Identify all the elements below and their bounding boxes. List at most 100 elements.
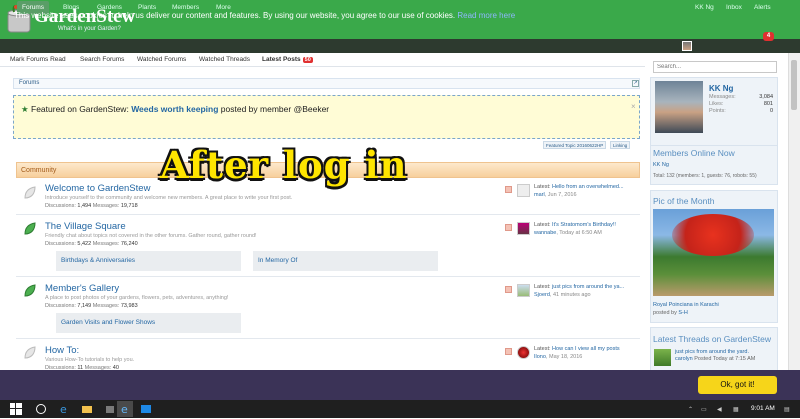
latest-author[interactable]: Sjoerd — [534, 292, 550, 298]
pic-of-month-title[interactable]: Pic of the Month — [653, 196, 714, 206]
taskbar-clock[interactable]: 9:01 AM — [751, 405, 775, 412]
profile-stat: Messages: 3,084 — [709, 94, 773, 100]
forum-title[interactable]: Member's Gallery — [45, 283, 119, 294]
cookie-accept-button[interactable]: Ok, got it! — [698, 376, 777, 394]
user-menu[interactable]: KK Ng — [690, 1, 719, 14]
rss-icon[interactable] — [505, 348, 512, 355]
messages-label: Messages: — [92, 303, 120, 309]
avatar[interactable] — [517, 184, 530, 197]
latest-post: Latest: Hello from an overwhelmed... — [534, 184, 638, 190]
thread-title: just pics from around the yard. — [675, 349, 749, 355]
search-input[interactable] — [653, 61, 777, 73]
avatar[interactable] — [517, 222, 530, 235]
discussions-label: Discussions: — [45, 303, 76, 309]
forum-desc: Various How-To tutorials to help you. — [45, 357, 135, 363]
online-total: Total: 132 (members: 1, guests: 76, robo… — [653, 173, 757, 179]
ie-icon[interactable]: e — [117, 401, 133, 417]
messages-label: Messages: — [92, 203, 120, 209]
pic-caption-link[interactable]: Royal Poinciana in Karachi — [653, 302, 719, 308]
latest-author[interactable]: Ilono — [534, 354, 546, 360]
cookie-read-more-link[interactable]: Read more here — [457, 11, 515, 20]
latest-meta: wannabe, Today at 6:50 AM — [534, 230, 602, 236]
folder-icon[interactable] — [81, 403, 93, 415]
mark-forums-read-link[interactable]: Mark Forums Read — [10, 56, 66, 63]
avatar[interactable] — [517, 284, 530, 297]
latest-author[interactable]: wannabe — [534, 230, 556, 236]
rss-icon[interactable] — [505, 224, 512, 231]
notification-icon[interactable]: ▤ — [784, 406, 790, 413]
latest-author[interactable]: marl — [534, 192, 545, 198]
thread-avatar[interactable] — [654, 349, 671, 366]
stat-value: 0 — [769, 108, 773, 114]
watched-threads-link[interactable]: Watched Threads — [199, 56, 250, 63]
profile-stat: Likes: 801 — [709, 101, 773, 107]
watched-forums-link[interactable]: Watched Forums — [137, 56, 186, 63]
subforum-garden-visits[interactable]: Garden Visits and Flower Shows — [56, 313, 241, 333]
main-navbar — [0, 39, 800, 53]
subforum-in-memory[interactable]: In Memory Of — [253, 251, 438, 271]
latest-post: Latest: How can I view all my posts — [534, 346, 638, 352]
tray-network-icon[interactable]: ▭ — [701, 406, 707, 413]
stat-value: 801 — [763, 101, 773, 107]
user-avatar[interactable] — [682, 41, 692, 51]
members-online-title[interactable]: Members Online Now — [653, 148, 735, 158]
latest-thread-link[interactable]: just pics from around the ya... — [552, 284, 624, 290]
cortana-circle-icon[interactable] — [35, 403, 47, 415]
latest-thread-link[interactable]: Hello from an overwhelmed... — [552, 184, 624, 190]
latest-meta: Ilono, May 18, 2016 — [534, 354, 583, 360]
scrollbar-thumb[interactable] — [791, 60, 797, 110]
store-icon[interactable] — [104, 403, 116, 415]
pic-author-link[interactable]: S-H — [678, 310, 687, 316]
subforum-label: Birthdays & Anniversaries — [61, 257, 136, 264]
tray-chevron-icon[interactable]: ⌃ — [688, 406, 693, 413]
avatar[interactable] — [517, 346, 530, 359]
thread-author[interactable]: carolyn — [675, 356, 693, 362]
profile-avatar[interactable] — [655, 81, 703, 133]
inbox-link[interactable]: Inbox — [721, 1, 747, 14]
windows-start-icon[interactable] — [10, 403, 22, 415]
latest-label: Latest: — [534, 346, 551, 352]
forum-title[interactable]: Welcome to GardenStew — [45, 183, 150, 194]
latest-thread-link[interactable]: How can I view all my posts — [552, 346, 620, 352]
profile-name[interactable]: KK Ng — [709, 84, 733, 93]
latest-label: Latest: — [534, 222, 551, 228]
forum-stats: Discussions: 7,149 Messages: 73,983 — [45, 303, 138, 309]
edge-icon[interactable]: e — [58, 403, 70, 416]
thread-link[interactable]: just pics from around the yard. — [675, 349, 749, 355]
online-member-link[interactable]: KK Ng — [653, 162, 669, 168]
leaf-icon — [23, 222, 37, 236]
latest-posts-link[interactable]: Latest Posts 50 — [262, 56, 313, 63]
app-icon[interactable] — [140, 403, 152, 415]
tree-canopy — [672, 214, 754, 256]
subforum-birthdays[interactable]: Birthdays & Anniversaries — [56, 251, 241, 271]
latest-threads-title[interactable]: Latest Threads on GardenStew — [653, 334, 771, 344]
featured-tag-linking[interactable]: Linking — [610, 141, 631, 149]
tray-keyboard-icon[interactable]: ▦ — [733, 406, 739, 413]
featured-topic-link[interactable]: Weeds worth keeping — [131, 104, 218, 114]
search-forums-link[interactable]: Search Forums — [80, 56, 124, 63]
close-icon[interactable]: × — [631, 102, 636, 111]
alerts-link[interactable]: Alerts — [749, 1, 776, 14]
category-title[interactable]: Community — [21, 167, 56, 174]
tray-volume-icon[interactable]: ◀ — [717, 406, 722, 413]
latest-post: Latest: just pics from around the ya... — [534, 284, 638, 290]
messages-count: 73,983 — [120, 303, 138, 309]
featured-tag-topic[interactable]: Featured Topic 20160622HP — [543, 141, 607, 149]
forum-title[interactable]: The Village Square — [45, 221, 126, 232]
online-member: KK Ng — [653, 162, 669, 168]
messages-count: 19,718 — [120, 203, 138, 209]
rss-icon[interactable] — [505, 286, 512, 293]
jump-icon[interactable]: ↗ — [632, 80, 639, 87]
breadcrumb: Forums — [13, 78, 640, 89]
featured-prefix: Featured on GardenStew: — [31, 104, 129, 114]
breadcrumb-forums[interactable]: Forums — [19, 80, 39, 86]
featured-member[interactable]: @Beeker — [294, 104, 330, 114]
forum-row: How To: Various How-To tutorials to help… — [16, 339, 640, 371]
cookie-banner — [0, 370, 800, 400]
latest-thread-link[interactable]: It's Stratomom's Birthday!! — [552, 222, 616, 228]
rss-icon[interactable] — [505, 186, 512, 193]
forum-title[interactable]: How To: — [45, 345, 79, 356]
discussions-label: Discussions: — [45, 203, 76, 209]
discussions-count: 5,422 — [77, 241, 92, 247]
discussions-label: Discussions: — [45, 241, 76, 247]
